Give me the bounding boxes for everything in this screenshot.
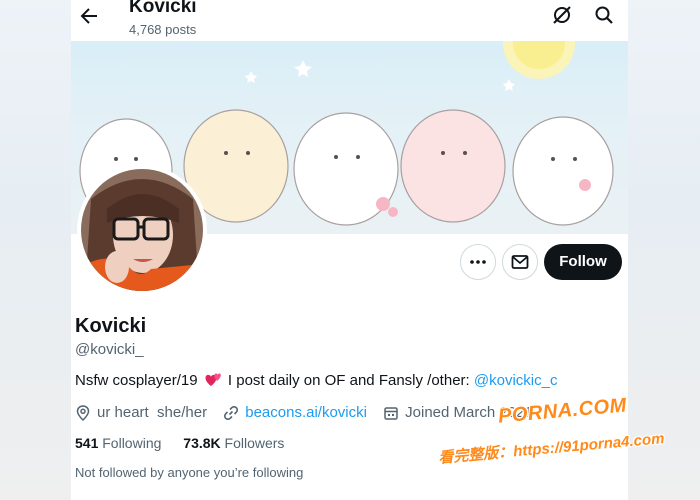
calendar-icon bbox=[384, 406, 398, 420]
website-link[interactable]: beacons.ai/kovicki bbox=[245, 404, 367, 421]
bio-mention-link[interactable]: @kovickic_c bbox=[474, 372, 558, 389]
back-button[interactable] bbox=[77, 4, 101, 28]
message-button[interactable] bbox=[502, 244, 538, 280]
followers-label: Followers bbox=[224, 435, 285, 451]
search-button[interactable] bbox=[593, 4, 615, 26]
location-item: ur heart she/her bbox=[75, 404, 207, 421]
following-link[interactable]: 541 Following bbox=[75, 435, 165, 451]
grok-icon bbox=[553, 6, 571, 24]
background-right bbox=[628, 0, 700, 500]
arrow-left-icon bbox=[80, 8, 97, 24]
avatar[interactable] bbox=[77, 165, 207, 295]
envelope-icon bbox=[511, 255, 529, 269]
two-hearts-icon bbox=[205, 373, 221, 386]
following-count: 541 bbox=[75, 435, 99, 451]
header-title: Kovicki bbox=[129, 0, 197, 17]
handle: @kovicki_ bbox=[75, 341, 144, 358]
grok-button[interactable] bbox=[551, 4, 573, 26]
profile-photo bbox=[81, 169, 203, 291]
follow-stats: 541 Following 73.8K Followers bbox=[75, 435, 302, 451]
search-icon bbox=[595, 6, 613, 24]
location-pin-icon bbox=[76, 404, 90, 421]
follow-button[interactable]: Follow bbox=[544, 244, 622, 280]
display-name: Kovicki bbox=[75, 315, 147, 337]
location-text: ur heart she/her bbox=[97, 404, 208, 421]
link-icon bbox=[224, 405, 239, 420]
followers-link[interactable]: 73.8K Followers bbox=[183, 435, 284, 451]
more-button[interactable] bbox=[460, 244, 496, 280]
bio-text-2: I post daily on OF and Fansly /other: bbox=[227, 372, 470, 389]
followers-count: 73.8K bbox=[183, 435, 221, 451]
profile-meta: ur heart she/her beacons.ai/kovicki Join… bbox=[75, 404, 545, 425]
top-bar: Kovicki 4,768 posts bbox=[71, 0, 628, 41]
post-count: 4,768 posts bbox=[129, 22, 197, 37]
bio-text: Nsfw cosplayer/19 bbox=[75, 372, 198, 389]
not-followed-note: Not followed by anyone you’re following bbox=[75, 465, 304, 480]
more-dots-icon bbox=[470, 260, 486, 264]
following-label: Following bbox=[102, 435, 162, 451]
background-left bbox=[0, 0, 71, 500]
profile-card: Kovicki 4,768 posts Follow Kovicki @kovi… bbox=[71, 0, 628, 500]
website-item[interactable]: beacons.ai/kovicki bbox=[223, 404, 367, 421]
bio: Nsfw cosplayer/19 I post daily on OF and… bbox=[75, 372, 557, 389]
